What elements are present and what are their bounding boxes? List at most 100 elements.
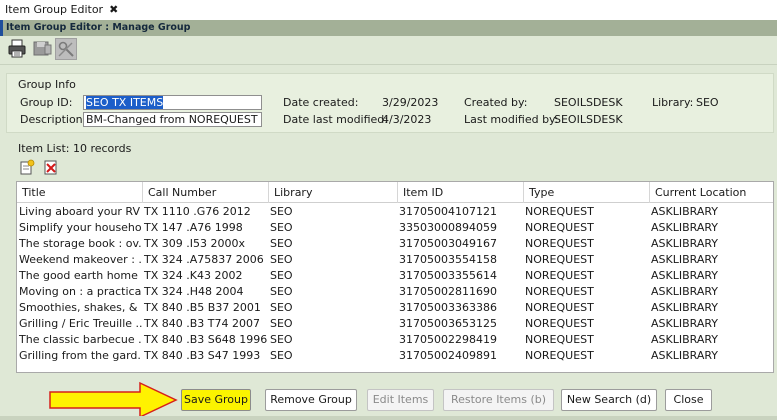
cell-call-number: TX 324 .H48 2004 (144, 285, 244, 298)
cell-title: Smoothies, shakes, & ... (19, 301, 142, 314)
table-row[interactable]: Weekend makeover : ... TX 324 .A75837 200… (17, 252, 773, 268)
printer-icon[interactable] (6, 38, 28, 60)
table-row[interactable]: Grilling from the gard... TX 840 .B3 S47 … (17, 348, 773, 364)
cell-item-id: 31705003049167 (399, 237, 497, 250)
cell-type: NOREQUEST (525, 317, 594, 330)
cell-item-id: 31705003363386 (399, 301, 497, 314)
column-type[interactable]: Type (523, 182, 649, 203)
cell-item-id: 31705002298419 (399, 333, 497, 346)
table-header: Title Call Number Library Item ID Type C… (17, 182, 773, 203)
column-title[interactable]: Title (17, 182, 142, 203)
column-library[interactable]: Library (268, 182, 397, 203)
window-title: Item Group Editor : Manage Group (6, 22, 191, 33)
cell-type: NOREQUEST (525, 253, 594, 266)
cell-current-location: ASKLIBRARY (651, 333, 719, 346)
tab-item-group-editor[interactable]: Item Group Editor ✖ (0, 0, 125, 20)
cell-type: NOREQUEST (525, 301, 594, 314)
cell-library: SEO (270, 269, 293, 282)
close-tab-icon[interactable]: ✖ (109, 3, 118, 16)
cell-current-location: ASKLIBRARY (651, 221, 719, 234)
table-row[interactable]: Living aboard your RV TX 1110 .G76 2012 SE… (17, 204, 773, 220)
cell-library: SEO (270, 333, 293, 346)
date-created-value: 3/29/2023 (382, 96, 439, 109)
restore-items-button[interactable]: Restore Items (b) (443, 389, 554, 411)
cell-call-number: TX 840 .B5 B37 2001 (144, 301, 261, 314)
table-row[interactable]: The classic barbecue ... TX 840 .B3 S648 … (17, 332, 773, 348)
cell-title: Grilling from the gard... (19, 349, 142, 362)
title-accent (0, 20, 3, 36)
cell-type: NOREQUEST (525, 333, 594, 346)
group-info-heading: Group Info (18, 78, 76, 91)
cell-item-id: 31705004107121 (399, 205, 497, 218)
cell-type: NOREQUEST (525, 237, 594, 250)
column-call-number[interactable]: Call Number (142, 182, 268, 203)
cell-call-number: TX 147 .A76 1998 (144, 221, 243, 234)
table-row[interactable]: Simplify your household TX 147 .A76 1998 S… (17, 220, 773, 236)
cell-type: NOREQUEST (525, 349, 594, 362)
tab-strip: Item Group Editor ✖ (0, 0, 777, 20)
close-button[interactable]: Close (665, 389, 712, 411)
table-row[interactable]: Grilling / Eric Treuille ... TX 840 .B3 T… (17, 316, 773, 332)
tools-icon[interactable] (55, 38, 77, 60)
item-list-table[interactable]: Title Call Number Library Item ID Type C… (16, 181, 774, 373)
date-modified-value: 4/3/2023 (382, 113, 432, 126)
cell-item-id: 31705002409891 (399, 349, 497, 362)
cell-library: SEO (270, 205, 293, 218)
cell-title: The good earth home ... (19, 269, 142, 282)
table-row[interactable]: The storage book : ov... TX 309 .I53 2000… (17, 236, 773, 252)
new-search-button[interactable]: New Search (d) (561, 389, 657, 411)
cell-library: SEO (270, 237, 293, 250)
group-info-panel: Group Info Group ID: SEO TX ITEMS Descri… (6, 73, 774, 133)
column-current-location[interactable]: Current Location (649, 182, 773, 203)
description-label: Description: (20, 113, 87, 126)
toolbar-divider (0, 64, 777, 65)
cell-call-number: TX 840 .B3 S648 1996 (144, 333, 268, 346)
add-item-icon[interactable] (19, 159, 35, 175)
cell-library: SEO (270, 349, 293, 362)
modified-by-value: SEOILSDESK (554, 113, 623, 126)
column-item-id[interactable]: Item ID (397, 182, 523, 203)
edit-items-button[interactable]: Edit Items (367, 389, 434, 411)
cell-item-id: 31705003554158 (399, 253, 497, 266)
cell-current-location: ASKLIBRARY (651, 285, 719, 298)
cell-title: Simplify your household (19, 221, 142, 234)
cell-library: SEO (270, 301, 293, 314)
cell-library: SEO (270, 317, 293, 330)
cell-current-location: ASKLIBRARY (651, 253, 719, 266)
cell-type: NOREQUEST (525, 205, 594, 218)
cell-current-location: ASKLIBRARY (651, 269, 719, 282)
cell-type: NOREQUEST (525, 285, 594, 298)
disk-icon[interactable] (32, 38, 54, 60)
created-by-label: Created by: (464, 96, 528, 109)
cell-item-id: 31705003355614 (399, 269, 497, 282)
cell-current-location: ASKLIBRARY (651, 237, 719, 250)
cell-call-number: TX 324 .K43 2002 (144, 269, 243, 282)
cell-current-location: ASKLIBRARY (651, 349, 719, 362)
item-list-label: Item List: 10 records (18, 142, 132, 155)
cell-library: SEO (270, 221, 293, 234)
cell-title: Moving on : a practica... (19, 285, 142, 298)
remove-item-icon[interactable] (43, 159, 59, 175)
cell-call-number: TX 840 .B3 T74 2007 (144, 317, 260, 330)
table-row[interactable]: Moving on : a practica... TX 324 .H48 200… (17, 284, 773, 300)
cell-current-location: ASKLIBRARY (651, 317, 719, 330)
tab-label: Item Group Editor (5, 3, 104, 16)
save-group-button[interactable]: Save Group (181, 389, 251, 411)
group-id-label: Group ID: (20, 96, 73, 109)
date-created-label: Date created: (283, 96, 359, 109)
group-id-input[interactable]: SEO TX ITEMS (83, 95, 262, 110)
status-strip (0, 416, 777, 420)
table-row[interactable]: Smoothies, shakes, & ... TX 840 .B5 B37 2… (17, 300, 773, 316)
cell-title: The classic barbecue ... (19, 333, 142, 346)
remove-group-button[interactable]: Remove Group (265, 389, 357, 411)
description-input[interactable]: BM-Changed from NOREQUEST to (83, 112, 262, 127)
cell-type: NOREQUEST (525, 269, 594, 282)
cell-call-number: TX 309 .I53 2000x (144, 237, 245, 250)
table-row[interactable]: The good earth home ... TX 324 .K43 2002 S… (17, 268, 773, 284)
window-title-bar: Item Group Editor : Manage Group (0, 20, 777, 36)
cell-title: Living aboard your RV (19, 205, 140, 218)
library-label: Library: (652, 96, 694, 109)
yellow-arrow-annotation (49, 381, 178, 419)
cell-current-location: ASKLIBRARY (651, 205, 719, 218)
toolbar (0, 38, 120, 62)
